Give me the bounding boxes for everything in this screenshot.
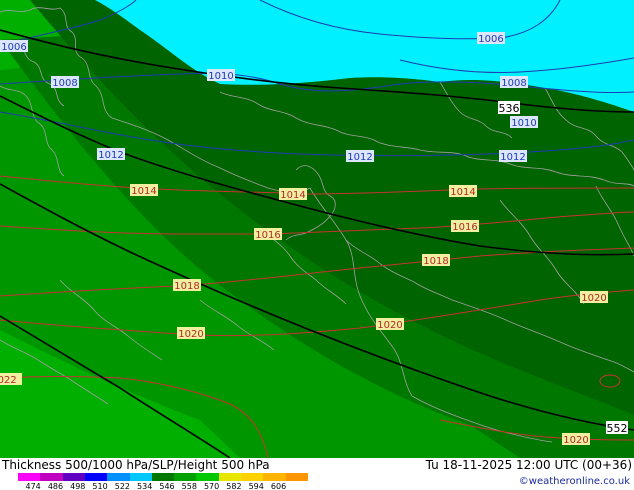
- isobar-label-1016: 1016: [255, 230, 280, 241]
- color-scale-swatch: [241, 473, 264, 481]
- isobar-label-1016: 1016: [452, 222, 477, 233]
- map-footer: Thickness 500/1000 hPa/SLP/Height 500 hP…: [0, 458, 634, 490]
- weather-map-screen: 1006 1006 1008 1008 1010 1010 1012 1012: [0, 0, 634, 490]
- isobar-label-1020: 1020: [563, 435, 588, 446]
- isobar-label-1022: 1022: [0, 375, 17, 386]
- isobar-label-1020: 1020: [178, 329, 203, 340]
- color-scale-tick-label: 510: [92, 482, 108, 490]
- color-scale-tick-label: 594: [248, 482, 264, 490]
- color-scale-tick-label: 486: [47, 482, 64, 490]
- isobar-label-1006: 1006: [478, 34, 503, 45]
- isobar-label-1020: 1020: [377, 320, 402, 331]
- isobar-label-1014: 1014: [131, 186, 156, 197]
- isobar-label-1010: 1010: [208, 71, 233, 82]
- isobar-label-1008: 1008: [501, 78, 526, 89]
- color-scale-swatch: [107, 473, 131, 481]
- height-label-552: 552: [607, 422, 628, 435]
- isobar-label-1012: 1012: [500, 152, 525, 163]
- color-scale-tick-label: 534: [137, 482, 153, 490]
- map-valid-time: Tu 18-11-2025 12:00 UTC (00+36): [425, 458, 632, 472]
- color-scale-tick-label: 558: [181, 482, 197, 490]
- color-scale-tick-label: 498: [70, 482, 86, 490]
- color-scale-swatch: [62, 473, 86, 481]
- isobar-label-1012: 1012: [347, 152, 372, 163]
- color-scale-tick-label: 582: [226, 482, 242, 490]
- color-scale-bar: [18, 473, 309, 481]
- color-scale-tick-label: 546: [159, 482, 175, 490]
- isobar-label-1006: 1006: [1, 42, 26, 53]
- color-scale-tick-label: 522: [114, 482, 131, 490]
- map-title: Thickness 500/1000 hPa/SLP/Height 500 hP…: [2, 458, 270, 472]
- color-scale-swatch: [129, 473, 153, 481]
- color-scale-swatch: [18, 473, 41, 481]
- isobar-label-1018: 1018: [423, 256, 448, 267]
- height-label-536: 536: [499, 102, 520, 115]
- color-scale-swatch: [196, 473, 220, 481]
- isobar-label-1014: 1014: [450, 187, 475, 198]
- isobar-label-1020: 1020: [581, 293, 606, 304]
- color-scale-tick-label: 570: [203, 482, 220, 490]
- color-scale-tick-label: 474: [25, 482, 41, 490]
- isobar-label-1012: 1012: [98, 150, 123, 161]
- color-scale-swatch: [40, 473, 64, 481]
- color-scale-swatch: [84, 473, 108, 481]
- color-scale-swatch: [218, 473, 242, 481]
- isobar-label-1010: 1010: [511, 118, 536, 129]
- color-scale-swatch: [285, 473, 309, 481]
- weather-map: 1006 1006 1008 1008 1010 1010 1012 1012: [0, 0, 634, 458]
- color-scale-swatch: [263, 473, 287, 481]
- copyright-link[interactable]: ©weatheronline.co.uk: [519, 475, 630, 489]
- color-scale-swatch: [174, 473, 197, 481]
- isobar-label-1018: 1018: [174, 281, 199, 292]
- color-scale-swatch: [151, 473, 175, 481]
- isobar-label-1014: 1014: [280, 190, 305, 201]
- color-scale-tick-label: 606: [270, 482, 287, 490]
- isobar-label-1008: 1008: [52, 78, 77, 89]
